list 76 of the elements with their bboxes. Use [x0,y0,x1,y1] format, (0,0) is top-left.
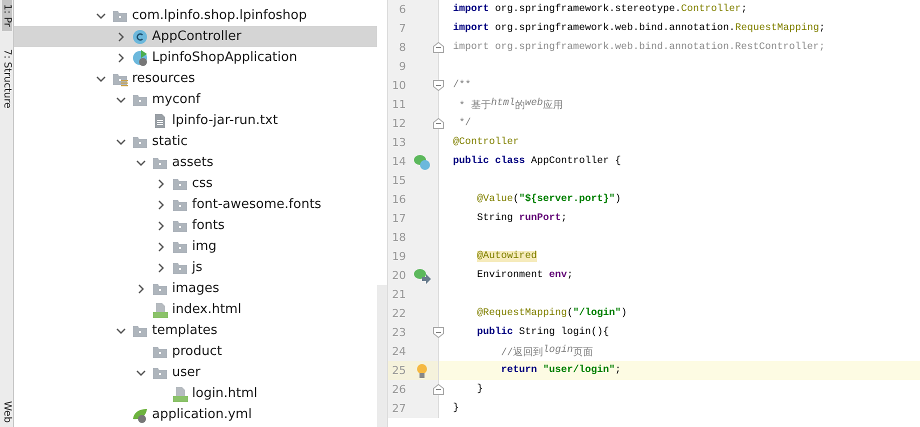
code-line: //返回到 login页面 [500,344,594,358]
tree-item-label: css [192,176,213,191]
line-number: 20 [391,269,406,282]
line-number: 19 [391,250,406,263]
tree-item-label: templates [152,323,218,338]
line-number: 12 [391,117,406,130]
code-line: @Controller [452,137,520,148]
code-line: /** [452,80,472,91]
line-number: 25 [391,364,406,377]
line-number: 23 [391,326,406,339]
code-line: */ [458,118,472,129]
tree-item-label: AppController [152,29,242,44]
tree-item-label: fonts [192,218,225,233]
line-number: 15 [391,174,406,187]
tree-item-label: js [192,260,202,275]
tree-item-label: user [172,365,200,380]
line-number: 18 [391,231,406,244]
fold-icon[interactable] [433,42,444,53]
code-line: Environment env; [476,270,574,281]
scrollbar-thumb[interactable] [377,285,387,427]
tree-item-label: font-awesome.fonts [192,197,322,212]
line-number: 13 [391,136,406,149]
tool-window-tab[interactable]: 1: Pr [2,0,12,31]
tree-item-label: assets [172,155,214,170]
html-file-icon [152,302,168,318]
code-line: String runPort; [476,213,568,224]
tree-item-label: myconf [152,92,200,107]
code-line: @RequestMapping("/login") [476,308,628,319]
class-icon [132,28,148,44]
code-line: import org.springframework.web.bind.annotation.RequestMapping; [452,23,826,34]
leaf-icon [132,406,148,422]
line-number: 8 [398,41,406,54]
tree-item-label: static [152,134,188,149]
run-class-icon [132,50,148,66]
text-file-icon [152,112,168,128]
fold-icon[interactable] [433,384,444,395]
line-number: 22 [391,307,406,320]
lightbulb-icon[interactable] [416,362,428,378]
line-number: 10 [391,79,406,92]
tool-window-tab[interactable]: 7: Structure [2,44,12,112]
code-line: } [476,384,484,395]
tool-window-tab[interactable]: Web [2,397,12,427]
tree-item-label: resources [132,71,196,86]
line-number: 24 [391,345,406,358]
line-number: 7 [398,22,406,35]
fold-icon[interactable] [433,118,444,129]
code-line: @Value("${server.port}") [476,194,622,205]
code-line: * 基于html的web应用 [458,98,564,112]
code-line: } [452,403,460,414]
tree-item-label: index.html [172,302,242,317]
line-number: 26 [391,383,406,396]
tree-item-label: application.yml [152,407,252,422]
line-number: 6 [398,3,406,16]
code-line: return "user/login"; [500,365,622,376]
line-number: 17 [391,212,406,225]
tree-item-label: img [192,239,217,254]
line-number: 11 [391,98,406,111]
html-file-icon [172,386,188,402]
line-number: 21 [391,288,406,301]
line-number: 27 [391,402,406,415]
tree-item-label: login.html [192,386,258,401]
tree-item-label: com.lpinfo.shop.lpinfoshop [132,8,307,23]
code-line: public class AppController { [452,156,622,167]
code-line: public String login(){ [476,327,610,338]
fold-icon[interactable] [433,327,444,338]
code-line: import org.springframework.stereotype.Controller; [452,4,748,15]
tree-item-label: images [172,281,220,296]
line-number: 14 [391,155,406,168]
tree-item-label: LpinfoShopApplication [152,50,298,65]
code-line: import org.springframework.web.bind.annotation.RestController; [452,42,826,53]
line-number: 9 [398,60,406,73]
line-number: 16 [391,193,406,206]
fold-icon[interactable] [433,80,444,91]
tree-item-label: product [172,344,222,359]
tree-item-label: lpinfo-jar-run.txt [172,113,278,128]
bean-arrow-icon[interactable] [413,266,431,284]
